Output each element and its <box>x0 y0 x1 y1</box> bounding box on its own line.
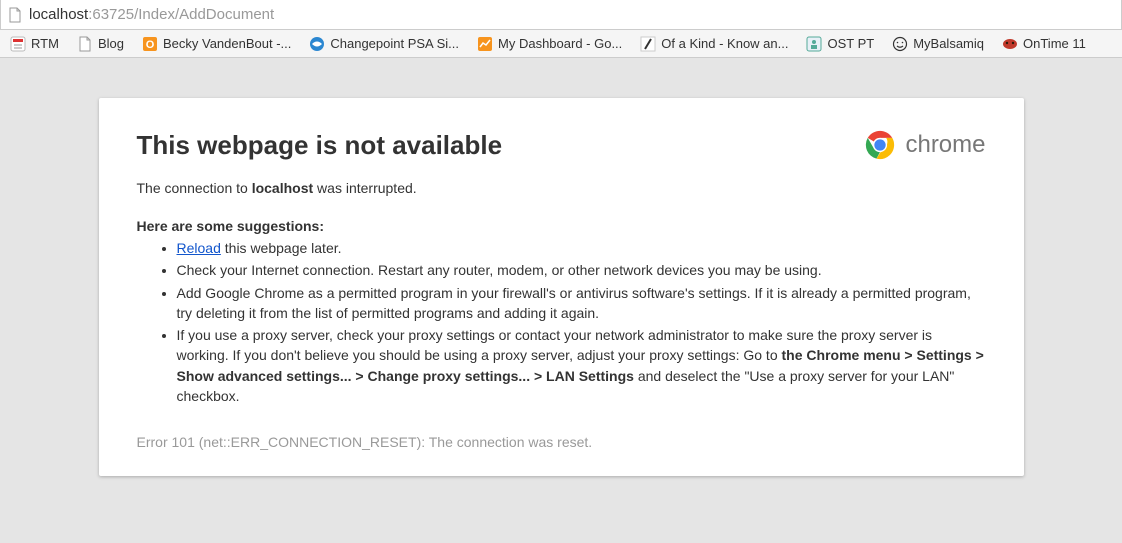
list-item: Add Google Chrome as a permitted program… <box>177 283 986 324</box>
bookmark-ostpt[interactable]: OST PT <box>802 34 878 54</box>
smile-icon <box>892 36 908 52</box>
url-host: localhost <box>29 6 88 23</box>
chrome-label: chrome <box>905 131 985 159</box>
address-bar[interactable]: localhost:63725/Index/AddDocument <box>0 0 1122 30</box>
ontime-icon <box>1002 36 1018 52</box>
bookmarks-bar: RTM Blog O Becky VandenBout -... Changep… <box>0 30 1122 58</box>
bookmark-ofakind[interactable]: Of a Kind - Know an... <box>636 34 792 54</box>
bookmark-label: My Dashboard - Go... <box>498 36 622 51</box>
bookmark-label: Becky VandenBout -... <box>163 36 291 51</box>
error-title: This webpage is not available <box>137 130 503 161</box>
rtm-icon <box>10 36 26 52</box>
bookmark-label: MyBalsamiq <box>913 36 984 51</box>
connection-message: The connection to localhost was interrup… <box>137 180 986 196</box>
slash-icon <box>640 36 656 52</box>
card-header: This webpage is not available chrome <box>137 128 986 162</box>
bookmark-ontime[interactable]: OnTime 11 <box>998 34 1090 54</box>
bookmark-rtm[interactable]: RTM <box>6 34 63 54</box>
page-icon <box>7 7 23 23</box>
url-text: localhost:63725/Index/AddDocument <box>29 6 274 23</box>
bookmark-becky[interactable]: O Becky VandenBout -... <box>138 34 295 54</box>
bookmark-balsamiq[interactable]: MyBalsamiq <box>888 34 988 54</box>
bookmark-changepoint[interactable]: Changepoint PSA Si... <box>305 34 463 54</box>
analytics-icon <box>477 36 493 52</box>
orange-o-icon: O <box>142 36 158 52</box>
chrome-brand: chrome <box>863 128 985 162</box>
error-card: This webpage is not available chrome The… <box>99 98 1024 476</box>
bookmark-blog[interactable]: Blog <box>73 34 128 54</box>
suggestions-list: Reload this webpage later. Check your In… <box>137 238 986 406</box>
url-path: :63725/Index/AddDocument <box>88 6 274 23</box>
svg-text:O: O <box>146 39 155 51</box>
suggestions-header: Here are some suggestions: <box>137 218 986 234</box>
bookmark-label: Of a Kind - Know an... <box>661 36 788 51</box>
error-code: Error 101 (net::ERR_CONNECTION_RESET): T… <box>137 434 986 450</box>
host-name: localhost <box>252 180 313 196</box>
blue-globe-icon <box>309 36 325 52</box>
list-item: Check your Internet connection. Restart … <box>177 260 986 280</box>
list-item: Reload this webpage later. <box>177 238 986 258</box>
bookmark-label: OST PT <box>827 36 874 51</box>
bookmark-label: OnTime 11 <box>1023 36 1086 51</box>
page-icon <box>77 36 93 52</box>
content-area: This webpage is not available chrome The… <box>0 58 1122 476</box>
reload-link[interactable]: Reload <box>177 240 221 256</box>
list-item: If you use a proxy server, check your pr… <box>177 325 986 406</box>
bookmark-label: RTM <box>31 36 59 51</box>
bookmark-label: Blog <box>98 36 124 51</box>
bookmark-dashboard[interactable]: My Dashboard - Go... <box>473 34 626 54</box>
ost-icon <box>806 36 822 52</box>
bookmark-label: Changepoint PSA Si... <box>330 36 459 51</box>
chrome-icon <box>863 128 897 162</box>
